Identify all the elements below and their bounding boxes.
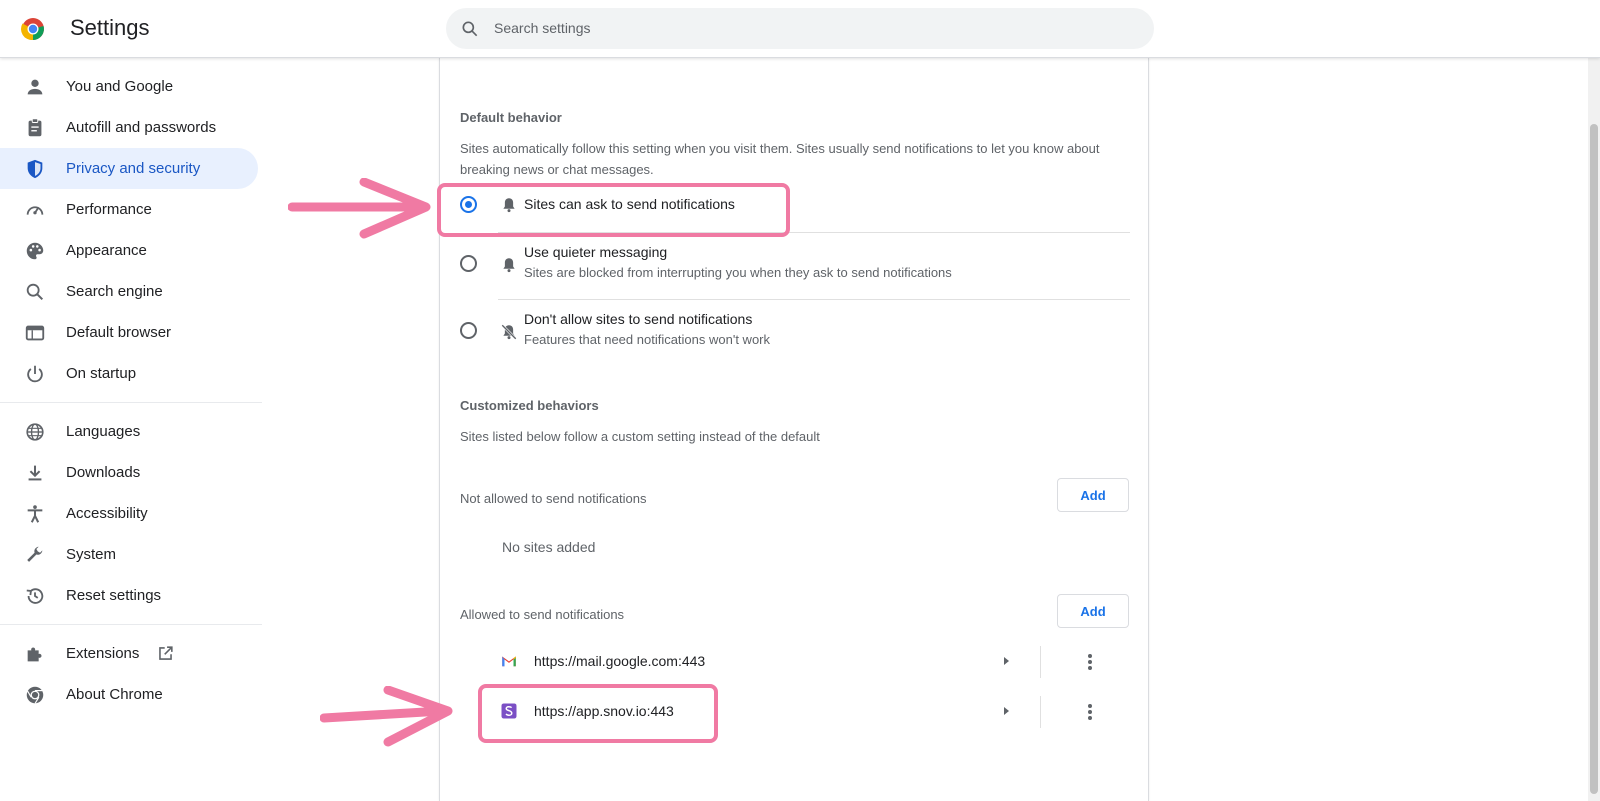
sidebar-item-reset[interactable]: Reset settings — [0, 575, 258, 616]
option-sublabel: Sites are blocked from interrupting you … — [524, 265, 952, 280]
sidebar-item-appearance[interactable]: Appearance — [0, 230, 258, 271]
sidebar: You and Google Autofill and passwords Pr… — [0, 66, 262, 715]
option-label: Don't allow sites to send notifications — [524, 311, 753, 327]
pointer-arrow-icon — [320, 686, 453, 747]
search-icon — [462, 21, 478, 37]
sidebar-item-label: Default browser — [66, 324, 172, 341]
sidebar-item-search-engine[interactable]: Search engine — [0, 271, 258, 312]
sidebar-item-label: Accessibility — [66, 505, 148, 522]
sidebar-item-label: System — [66, 546, 117, 563]
allowed-site-row[interactable]: https://mail.google.com:443 — [480, 638, 1130, 686]
sidebar-item-privacy[interactable]: Privacy and security — [0, 148, 258, 189]
sidebar-item-label: Performance — [66, 201, 152, 218]
search-icon — [26, 283, 44, 301]
row-separator — [1040, 646, 1041, 678]
palette-icon — [26, 242, 44, 260]
sidebar-item-about-chrome[interactable]: About Chrome — [0, 674, 258, 715]
shield-icon — [27, 159, 43, 179]
sidebar-item-extensions[interactable]: Extensions — [0, 633, 258, 674]
site-url: https://app.snov.io:443 — [534, 703, 674, 719]
sidebar-item-label: Search engine — [66, 283, 163, 300]
more-vert-icon[interactable] — [1078, 650, 1102, 674]
sidebar-item-label: You and Google — [66, 78, 174, 95]
scrollbar[interactable] — [1588, 58, 1600, 801]
gauge-icon — [26, 206, 44, 215]
no-sites-text: No sites added — [502, 539, 596, 555]
chrome-icon — [26, 686, 44, 704]
page-title: Settings — [70, 15, 150, 40]
radio-block[interactable] — [460, 322, 477, 339]
sidebar-item-default-browser[interactable]: Default browser — [0, 312, 258, 353]
search-input[interactable] — [494, 16, 1114, 40]
sidebar-item-label: Reset settings — [66, 587, 162, 604]
sidebar-item-autofill[interactable]: Autofill and passwords — [0, 107, 258, 148]
history-icon — [26, 588, 44, 604]
more-vert-icon[interactable] — [1078, 700, 1102, 724]
option-divider — [498, 232, 1130, 233]
sidebar-item-you-and-google[interactable]: You and Google — [0, 66, 258, 107]
sidebar-item-on-startup[interactable]: On startup — [0, 353, 258, 394]
option-label: Use quieter messaging — [524, 244, 668, 260]
sidebar-divider — [0, 402, 262, 403]
option-block[interactable]: Don't allow sites to send notifications … — [440, 303, 1130, 365]
sidebar-item-label: Extensions — [66, 645, 140, 662]
search-box[interactable] — [446, 8, 1154, 49]
sidebar-item-languages[interactable]: Languages — [0, 411, 258, 452]
sidebar-item-system[interactable]: System — [0, 534, 258, 575]
sidebar-item-label: Languages — [66, 423, 141, 440]
default-behavior-heading: Default behavior — [460, 110, 562, 125]
allowed-site-row[interactable]: https://app.snov.io:443 — [480, 688, 1130, 736]
puzzle-icon — [27, 647, 42, 662]
option-label: Sites can ask to send notifications — [524, 196, 735, 212]
wrench-icon — [27, 546, 43, 562]
bell-icon — [503, 258, 515, 273]
add-allowed-site-button[interactable]: Add — [1057, 594, 1129, 628]
default-behavior-description: Sites automatically follow this setting … — [460, 141, 1100, 177]
bell-off-icon — [501, 324, 517, 340]
sidebar-item-accessibility[interactable]: Accessibility — [0, 493, 258, 534]
pointer-arrow-icon — [288, 178, 431, 239]
add-blocked-site-button[interactable]: Add — [1057, 478, 1129, 512]
person-icon — [27, 79, 43, 95]
sidebar-item-performance[interactable]: Performance — [0, 189, 258, 230]
accessibility-icon — [27, 505, 43, 523]
site-url: https://mail.google.com:443 — [534, 653, 706, 669]
sidebar-item-label: About Chrome — [66, 686, 163, 703]
clipboard-icon — [28, 118, 42, 137]
sidebar-item-downloads[interactable]: Downloads — [0, 452, 258, 493]
download-icon — [28, 465, 42, 481]
sidebar-item-label: On startup — [66, 365, 137, 382]
radio-quieter[interactable] — [460, 255, 477, 272]
globe-icon — [26, 423, 44, 441]
option-quieter[interactable]: Use quieter messaging Sites are blocked … — [440, 236, 1130, 298]
arrow-right-icon[interactable] — [1000, 655, 1012, 667]
customized-behaviors-description: Sites listed below follow a custom setti… — [460, 429, 820, 444]
notifications-settings-panel: Default behavior Sites automatically fol… — [439, 58, 1149, 801]
chrome-logo-icon — [21, 18, 44, 41]
option-sublabel: Features that need notifications won't w… — [524, 332, 771, 347]
row-separator — [1040, 696, 1041, 728]
customized-behaviors-heading: Customized behaviors — [460, 398, 599, 413]
top-bar: Settings — [0, 0, 1600, 58]
snov-icon — [501, 703, 517, 719]
option-allow-ask[interactable]: Sites can ask to send notifications — [440, 180, 1130, 228]
not-allowed-label: Not allowed to send notifications — [460, 491, 647, 506]
sidebar-divider — [0, 624, 262, 625]
sidebar-item-label: Autofill and passwords — [66, 119, 217, 136]
radio-allow-ask[interactable] — [460, 196, 477, 213]
open-in-new-icon — [159, 646, 173, 660]
sidebar-item-label: Privacy and security — [66, 160, 201, 177]
bell-icon — [503, 198, 515, 213]
power-icon — [27, 365, 43, 383]
option-divider — [498, 299, 1130, 300]
sidebar-item-label: Appearance — [66, 242, 147, 259]
arrow-right-icon[interactable] — [1000, 705, 1012, 717]
sidebar-item-label: Downloads — [66, 464, 141, 481]
browser-window-icon — [25, 325, 45, 341]
gmail-icon — [502, 656, 516, 667]
scrollbar-thumb[interactable] — [1590, 124, 1598, 794]
allowed-label: Allowed to send notifications — [460, 607, 625, 622]
